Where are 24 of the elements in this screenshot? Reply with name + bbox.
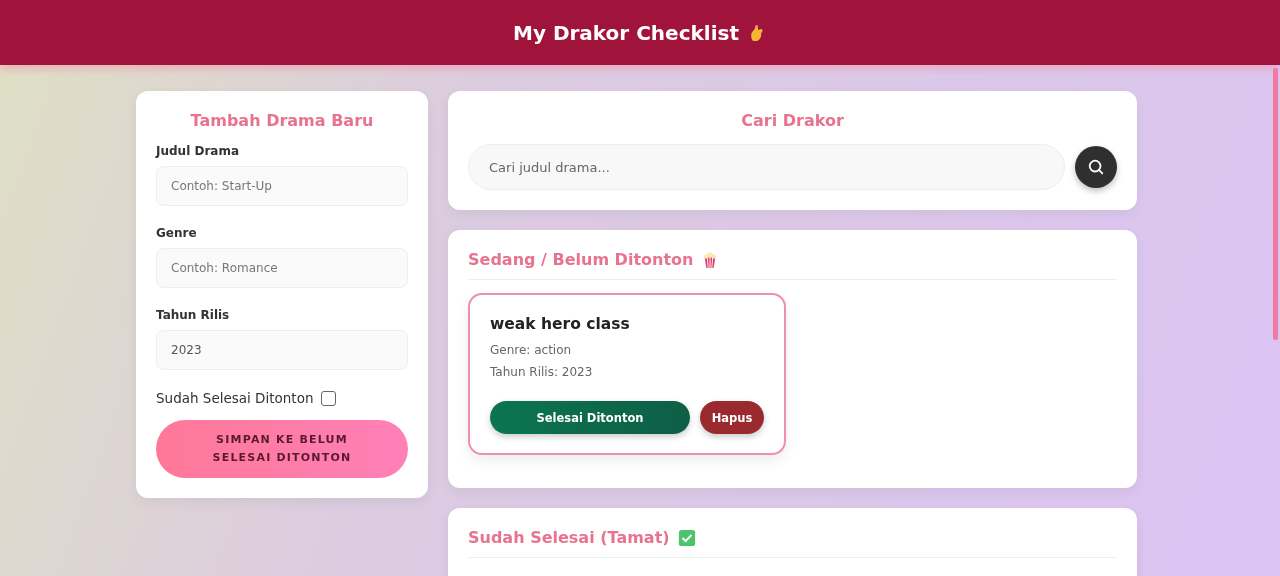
field-label: Judul Drama [156,144,240,158]
finish-button[interactable]: Selesai Ditonton [490,401,690,434]
input-field[interactable]: Contoh: Start-Up [156,166,408,206]
drama-genre: Genre: action [490,343,573,357]
input-field[interactable]: 2023 [156,330,408,370]
section-title: Sudah Selesai (Tamat) [468,528,670,547]
checkbox-label: Sudah Selesai Ditonton [156,390,314,406]
section-title: Sedang / Belum Ditonton [468,250,694,269]
input-field[interactable]: Contoh: Romance [156,248,408,288]
card-title: Cari Drakor [740,111,845,130]
search-button[interactable] [1075,146,1117,188]
app-title: My Drakor Checklist [513,20,739,45]
drama-year: Tahun Rilis: 2023 [490,365,594,379]
checkbox[interactable] [321,390,337,406]
search-icon [1087,158,1105,176]
search-field[interactable]: Cari judul drama... [468,144,1065,190]
scrollbar[interactable] [1273,68,1278,340]
field-label: Tahun Rilis [156,308,231,322]
field-label: Genre [156,226,198,240]
delete-button[interactable]: Hapus [700,401,764,434]
drama-title: weak hero class [490,315,631,333]
card-title: Tambah Drama Baru [189,111,375,130]
save-button[interactable]: SIMPAN KE BELUM SELESAI DITONTON [156,420,408,478]
check-icon [677,528,696,547]
